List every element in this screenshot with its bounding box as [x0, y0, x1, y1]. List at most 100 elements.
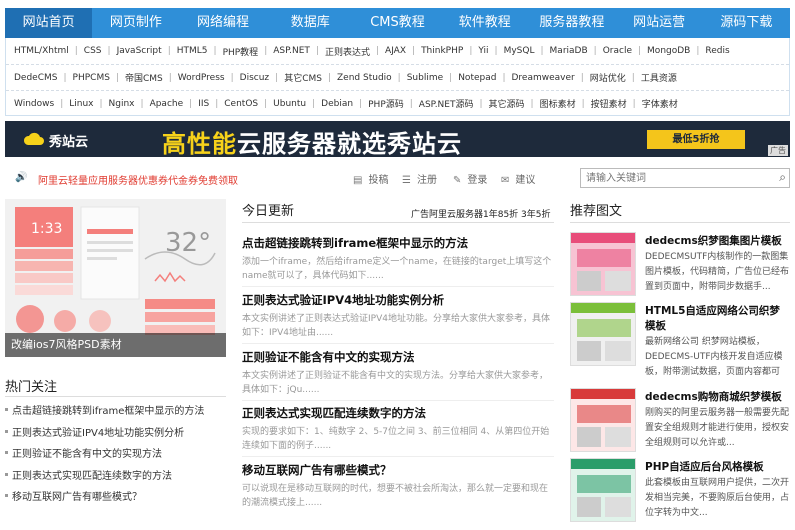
tag-link[interactable]: CSS — [84, 46, 102, 56]
today-section-title: 今日更新 — [242, 204, 295, 219]
pic-thumbnail[interactable] — [570, 302, 636, 366]
tag-link[interactable]: Yii — [478, 46, 488, 56]
post-link[interactable]: ▤ 投稿 — [353, 171, 388, 186]
tag-link[interactable]: Redis — [705, 46, 729, 56]
tag-separator: | — [375, 46, 380, 56]
tag-separator: | — [213, 46, 217, 56]
banner-cta-button[interactable]: 最低5折抢 — [647, 130, 745, 149]
article-title[interactable]: 点击超链接跳转到iframe框架中显示的方法 — [242, 235, 554, 251]
tag-link[interactable]: Nginx — [109, 99, 135, 109]
tag-link[interactable]: Debian — [321, 99, 353, 109]
hero-caption[interactable]: 改编ios7风格PSD素材 — [5, 333, 226, 357]
ad-banner[interactable]: 秀站云 高性能云服务器就选秀站云 最低5折抢 广告 — [5, 121, 790, 157]
nav-item[interactable]: 网站首页 — [5, 8, 93, 38]
hero-image[interactable]: 1:33 32° 改编ios7风格PSD素材 — [5, 199, 226, 357]
hot-list-item[interactable]: 移动互联网广告有哪些模式？ — [5, 488, 226, 510]
tag-link[interactable]: AJAX — [385, 46, 406, 56]
tag-link[interactable]: PHP教程 — [223, 45, 259, 58]
tag-link[interactable]: 网站优化 — [590, 71, 626, 84]
search-input[interactable] — [581, 169, 767, 187]
tag-link[interactable]: HTML/Xhtml — [14, 46, 69, 56]
tag-separator: | — [412, 46, 416, 56]
nav-item[interactable]: 网络编程 — [179, 8, 266, 38]
nav-item[interactable]: 软件教程 — [441, 8, 528, 38]
article-title[interactable]: 正则表达式验证IPV4地址功能实例分析 — [242, 292, 554, 308]
tag-separator: | — [469, 46, 473, 56]
tag-link[interactable]: 按钮素材 — [591, 97, 627, 110]
tag-link[interactable]: Windows — [14, 99, 54, 109]
tag-separator: | — [264, 98, 268, 109]
tag-separator: | — [580, 72, 584, 83]
tag-link[interactable]: 正则表达式 — [325, 45, 370, 58]
tag-link[interactable]: Apache — [150, 99, 184, 109]
hot-list-item[interactable]: 正则表达式实现匹配连续数字的方法 — [5, 467, 226, 489]
pic-title[interactable]: dedecms购物商城织梦模板 — [645, 390, 790, 405]
login-link[interactable]: ✎ 登录 — [453, 171, 487, 186]
hot-list-item[interactable]: 点击超链接跳转到iframe框架中显示的方法 — [5, 402, 226, 424]
tag-link[interactable]: Discuz — [240, 73, 270, 83]
pic-thumbnail[interactable] — [570, 388, 636, 452]
nav-item[interactable]: 网站运营 — [616, 8, 703, 38]
suggest-link[interactable]: ✉ 建议 — [501, 171, 535, 186]
tag-link[interactable]: PHP源码 — [368, 97, 404, 110]
tag-separator: | — [115, 72, 119, 83]
tag-link[interactable]: ThinkPHP — [421, 46, 463, 56]
tag-link[interactable]: PHPCMS — [73, 73, 110, 83]
tag-link[interactable]: Sublime — [407, 73, 443, 83]
pic-title[interactable]: dedecms织梦图集图片模板 — [645, 234, 790, 249]
hot-list-item[interactable]: 正则验证不能含有中文的实现方法 — [5, 445, 226, 467]
tag-link[interactable]: DedeCMS — [14, 73, 57, 83]
tag-link[interactable]: Notepad — [458, 73, 496, 83]
tag-link[interactable]: 其它CMS — [284, 71, 322, 84]
pic-title[interactable]: HTML5自适应网络公司织梦模板 — [645, 304, 790, 334]
tag-link[interactable]: Linux — [69, 99, 93, 109]
pic-thumbnail[interactable] — [570, 458, 636, 522]
tag-link[interactable]: IIS — [198, 99, 209, 109]
tag-link[interactable]: 帝国CMS — [125, 71, 163, 84]
search-icon[interactable]: ⌕ — [779, 170, 786, 185]
tag-link[interactable]: 字体素材 — [642, 97, 678, 110]
article-divider — [242, 400, 554, 401]
tag-link[interactable]: CentOS — [224, 99, 258, 109]
tag-link[interactable]: JavaScript — [117, 46, 162, 56]
today-ad-link[interactable]: 广告阿里云服务器1年85折 3年5折 — [411, 207, 551, 220]
notice-link[interactable]: 阿里云轻量应用服务器优惠券代金券免费领取 — [38, 172, 238, 187]
today-divider — [242, 222, 554, 223]
pic-item: dedecms织梦图集图片模板 DEDECMSUTF内核制作的一款图集图片模板，代… — [570, 232, 790, 304]
pencil-icon: ✎ — [453, 175, 462, 186]
pic-desc: DEDECMSUTF内核制作的一款图集图片模板，代码精简，广告位已经布置到页面中… — [645, 252, 790, 292]
article-title[interactable]: 移动互联网广告有哪些模式？ — [242, 462, 554, 478]
tag-link[interactable]: MongoDB — [647, 46, 690, 56]
tag-link[interactable]: Dreamweaver — [512, 73, 575, 83]
tag-separator: | — [63, 72, 67, 83]
register-link[interactable]: ☰ 注册 — [402, 171, 437, 186]
tag-link[interactable]: 工具资源 — [641, 71, 677, 84]
tag-separator: | — [540, 46, 544, 56]
tag-link[interactable]: Ubuntu — [273, 99, 306, 109]
hot-list-item[interactable]: 正则表达式验证IPV4地址功能实例分析 — [5, 424, 226, 446]
article-title[interactable]: 正则验证不能含有中文的实现方法 — [242, 349, 554, 365]
pic-thumbnail[interactable] — [570, 232, 636, 296]
pic-item: dedecms购物商城织梦模板 刚购买的阿里云服务器一般需要先配置安全组规则才能进… — [570, 388, 790, 460]
tag-link[interactable]: HTML5 — [177, 46, 208, 56]
tag-link[interactable]: Oracle — [603, 46, 632, 56]
nav-item[interactable]: CMS教程 — [354, 8, 441, 38]
tag-link[interactable]: ASP.NET — [273, 46, 310, 56]
pic-title[interactable]: PHP自适应后台风格模板 — [645, 460, 790, 475]
nav-item[interactable]: 源码下载 — [703, 8, 790, 38]
nav-item[interactable]: 服务器教程 — [528, 8, 615, 38]
nav-item[interactable]: 网页制作 — [92, 8, 179, 38]
tag-link[interactable]: Zend Studio — [337, 73, 392, 83]
banner-slogan: 高性能云服务器就选秀站云 — [162, 124, 462, 157]
tag-row: DedeCMS | PHPCMS | 帝国CMS | WordPress | Discuz | 其它… — [6, 64, 789, 90]
tag-link[interactable]: MariaDB — [550, 46, 588, 56]
tag-link[interactable]: 图标素材 — [540, 97, 576, 110]
tag-link[interactable]: WordPress — [178, 73, 225, 83]
nav-item[interactable]: 数据库 — [267, 8, 354, 38]
tag-link[interactable]: MySQL — [504, 46, 535, 56]
pic-section-title: 推荐图文 — [570, 204, 623, 219]
tag-link[interactable]: 其它源码 — [489, 97, 525, 110]
tag-link[interactable]: ASP.NET源码 — [419, 97, 474, 110]
article-title[interactable]: 正则表达式实现匹配连续数字的方法 — [242, 405, 554, 421]
tag-separator: | — [397, 72, 401, 83]
